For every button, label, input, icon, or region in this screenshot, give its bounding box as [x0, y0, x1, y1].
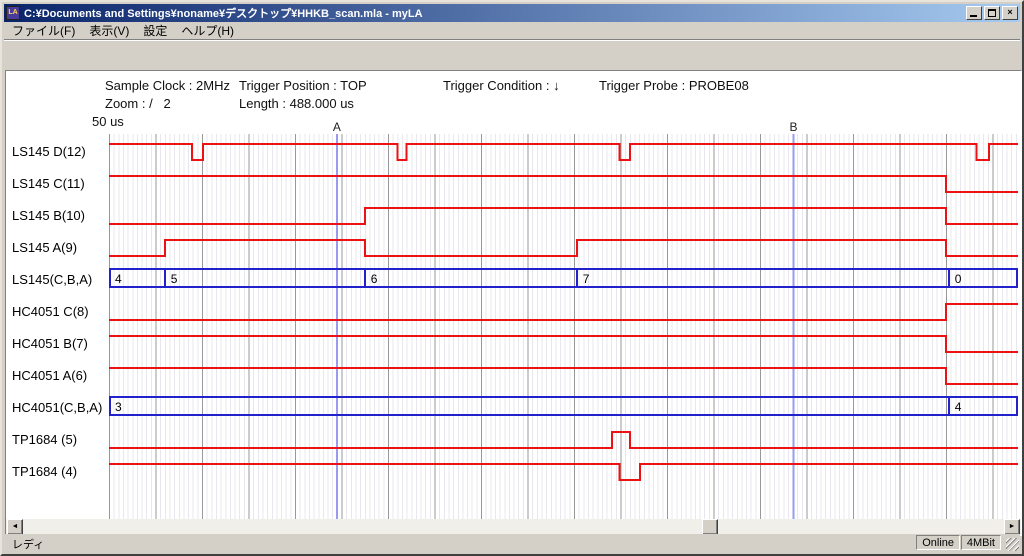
trigger-condition-info: Trigger Condition : ↓ [443, 78, 560, 93]
trigger-position-info: Trigger Position : TOP [239, 78, 367, 93]
scroll-right-button[interactable]: ► [1004, 519, 1020, 535]
bus-value: 5 [171, 272, 178, 286]
waveform-trace [109, 176, 1018, 192]
waveform-panel: Sample Clock : 2MHz Trigger Position : T… [6, 71, 1021, 519]
menu-help[interactable]: ヘルプ(H) [174, 21, 241, 40]
waveform-trace [109, 368, 1018, 384]
client-frame: Sample Clock : 2MHz Trigger Position : T… [5, 70, 1022, 536]
title-bar[interactable]: LA C:¥Documents and Settings¥noname¥デスクト… [4, 4, 1020, 22]
channel-label: LS145(C,B,A) [12, 272, 92, 288]
bus-value: 0 [955, 272, 962, 286]
close-button[interactable]: × [1002, 6, 1018, 20]
waveform-trace [109, 432, 1018, 448]
resize-grip[interactable] [1006, 538, 1019, 551]
bus-value: 7 [583, 272, 590, 286]
channel-label: TP1684 (5) [12, 432, 77, 448]
waveform-plot[interactable]: 4567034AB [109, 134, 1018, 519]
bus-trace [110, 269, 1017, 287]
status-ready-text: レディ [12, 536, 44, 552]
zoom-info: Zoom : / 2 [105, 96, 171, 111]
app-icon[interactable]: LA [6, 6, 20, 20]
length-info: Length : 488.000 us [239, 96, 354, 111]
waveform-trace [109, 208, 1018, 224]
trigger-probe-info: Trigger Probe : PROBE08 [599, 78, 749, 93]
status-bar: レディ Online 4MBit [4, 534, 1020, 552]
timebase-label: 50 us [92, 114, 124, 129]
waveform-trace [109, 464, 1018, 480]
channel-label: HC4051(C,B,A) [12, 400, 102, 416]
menu-file[interactable]: ファイル(F) [5, 21, 82, 40]
channel-label: LS145 A(9) [12, 240, 77, 256]
minimize-icon [970, 15, 977, 17]
application-window: LA C:¥Documents and Settings¥noname¥デスクト… [0, 0, 1024, 556]
waveform-trace [109, 336, 1018, 352]
minimize-button[interactable] [966, 6, 982, 20]
window-title: C:¥Documents and Settings¥noname¥デスクトップ¥… [24, 5, 964, 21]
channel-label: LS145 D(12) [12, 144, 86, 160]
menu-view[interactable]: 表示(V) [82, 21, 136, 40]
status-memory-badge: 4MBit [961, 535, 1001, 550]
bus-value: 4 [115, 272, 122, 286]
maximize-button[interactable] [984, 6, 1000, 20]
waveform-trace [109, 304, 1018, 320]
menu-settings[interactable]: 設定 [136, 21, 174, 40]
channel-label: HC4051 B(7) [12, 336, 88, 352]
scrollbar-thumb[interactable] [702, 519, 718, 535]
channel-label: LS145 C(11) [12, 176, 85, 192]
bus-value: 6 [371, 272, 378, 286]
waveform-svg: 4 5 6 7 0 3 4 [109, 134, 1018, 519]
bus-trace [110, 397, 1017, 415]
horizontal-scrollbar[interactable]: ◄ ► [6, 519, 1021, 535]
waveform-trace [109, 144, 1018, 160]
channel-label: HC4051 A(6) [12, 368, 87, 384]
status-online-badge: Online [916, 535, 960, 550]
bus-value: 4 [955, 400, 962, 414]
marker-label-a: A [331, 120, 343, 134]
channel-label: HC4051 C(8) [12, 304, 89, 320]
toolbar: Stop → 100MHz ▼ TOP ▼ ↑ ▼ PROBE00 ▼ − + … [4, 41, 1020, 69]
maximize-icon [988, 9, 996, 17]
waveform-trace [109, 240, 1018, 256]
channel-label: TP1684 (4) [12, 464, 77, 480]
scroll-left-button[interactable]: ◄ [7, 519, 23, 535]
marker-label-b: B [787, 120, 799, 134]
sample-clock-info: Sample Clock : 2MHz [105, 78, 230, 93]
channel-label: LS145 B(10) [12, 208, 85, 224]
bus-value: 3 [115, 400, 122, 414]
scroll-right-icon: ► [1009, 523, 1016, 530]
scroll-left-icon: ◄ [12, 523, 19, 530]
menu-bar: ファイル(F) 表示(V) 設定 ヘルプ(H) [5, 22, 1019, 39]
